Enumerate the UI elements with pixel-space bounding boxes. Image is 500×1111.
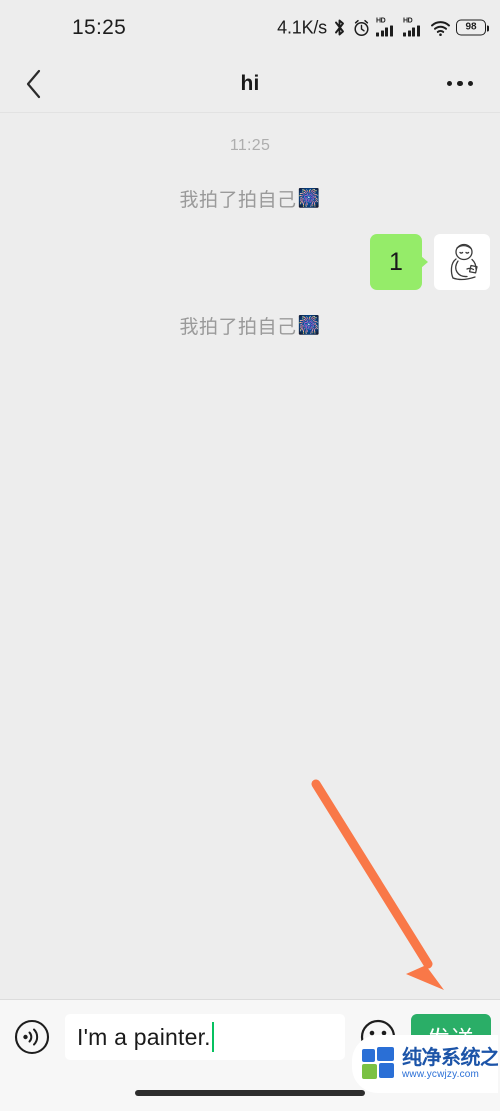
message-bubble-text: 1 bbox=[389, 247, 403, 276]
home-indicator-bar[interactable] bbox=[135, 1089, 365, 1096]
more-options-icon[interactable] bbox=[438, 64, 482, 104]
back-chevron-icon[interactable] bbox=[14, 64, 54, 104]
system-message-pat-1: 我拍了拍自己 🎆 bbox=[0, 185, 500, 212]
system-message-pat-2: 我拍了拍自己 🎆 bbox=[0, 312, 500, 339]
signal-hd-label-1: HD bbox=[376, 17, 386, 25]
battery-icon: 98 bbox=[456, 19, 489, 36]
phone-screen: 15:25 4.1K/s HD HD 98 hi 11:25 我拍了拍自己 🎆 … bbox=[0, 0, 500, 1111]
battery-level-label: 98 bbox=[465, 21, 477, 33]
watermark-url: www.ycwjzy.com bbox=[402, 1068, 480, 1080]
person-line-art-avatar[interactable] bbox=[434, 234, 490, 290]
system-message-text-2: 我拍了拍自己 bbox=[179, 317, 297, 338]
system-message-text-1: 我拍了拍自己 bbox=[179, 190, 297, 211]
site-watermark: 纯净系统之家 www.ycwjzy.com bbox=[352, 1035, 498, 1093]
message-timestamp: 11:25 bbox=[229, 137, 271, 154]
signal-hd-label-2: HD bbox=[403, 17, 413, 25]
page-title: hi bbox=[240, 71, 260, 95]
chat-message-list[interactable]: 11:25 我拍了拍自己 🎆 1 我拍了拍自己 🎆 bbox=[0, 113, 500, 999]
message-bubble-outgoing[interactable]: 1 bbox=[370, 234, 428, 290]
message-row-outgoing: 1 bbox=[0, 234, 500, 290]
navigation-bar: hi bbox=[0, 55, 500, 112]
wifi-icon bbox=[430, 19, 451, 36]
firework-emoji-2: 🎆 bbox=[297, 315, 321, 335]
signal-bars-sim2-icon: HD bbox=[403, 17, 425, 37]
network-speed-label: 4.1K/s bbox=[277, 17, 327, 37]
voice-message-icon[interactable] bbox=[9, 1014, 55, 1060]
bluetooth-icon bbox=[332, 18, 347, 38]
alarm-clock-icon bbox=[352, 18, 371, 37]
text-cursor bbox=[211, 1022, 215, 1052]
message-text-input[interactable]: I'm a painter. bbox=[65, 1014, 345, 1060]
status-icons: 4.1K/s HD HD 98 bbox=[277, 17, 489, 38]
status-bar: 15:25 4.1K/s HD HD 98 bbox=[0, 0, 500, 55]
message-input-value: I'm a painter. bbox=[77, 1023, 211, 1050]
status-time: 15:25 bbox=[72, 15, 127, 39]
firework-emoji-1: 🎆 bbox=[297, 188, 321, 208]
watermark-name: 纯净系统之家 bbox=[402, 1046, 498, 1069]
signal-bars-sim1-icon: HD bbox=[376, 17, 398, 37]
squares-logo-icon bbox=[362, 1047, 396, 1081]
